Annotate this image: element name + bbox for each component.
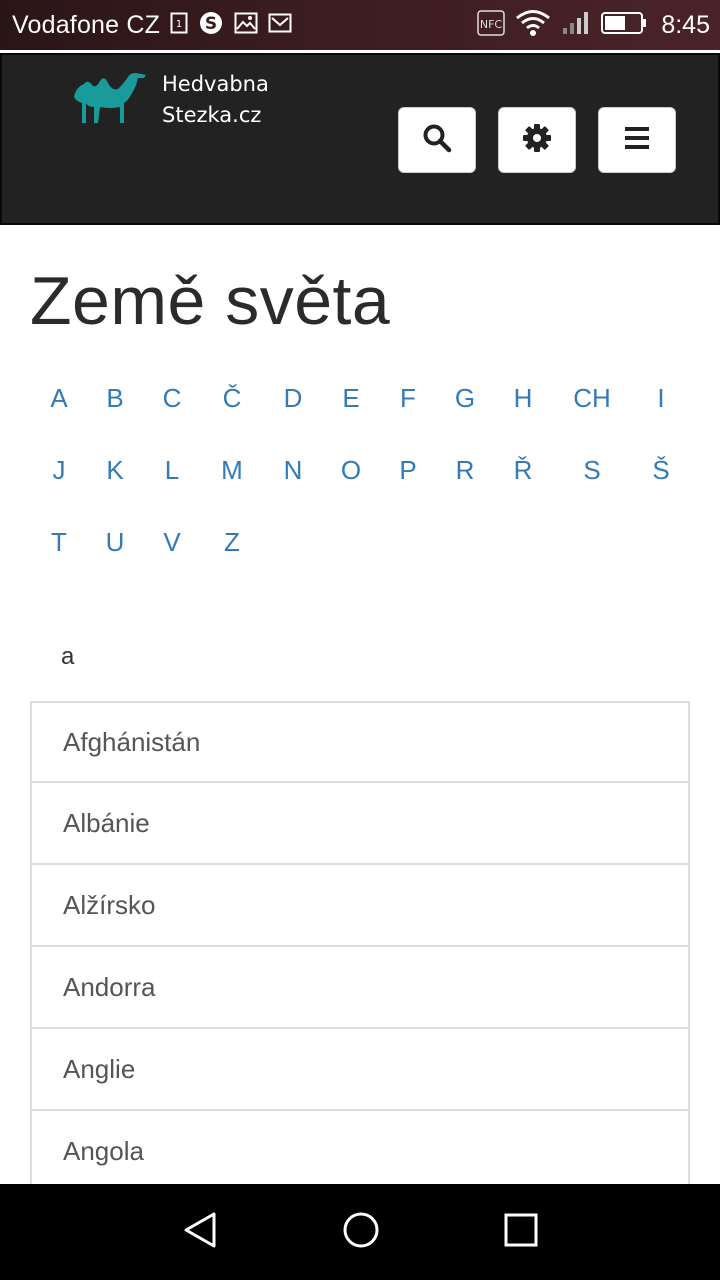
logo-text[interactable]: Hedvabna Stezka.cz	[162, 69, 269, 131]
country-item-angola[interactable]: Angola	[30, 1111, 690, 1193]
notification-icons: 1 S	[170, 11, 292, 39]
letter-link[interactable]: E	[321, 362, 381, 434]
wifi-icon	[515, 9, 551, 42]
navigation-bar	[0, 1184, 720, 1280]
letter-link[interactable]: I	[631, 362, 691, 434]
home-button[interactable]	[326, 1197, 396, 1267]
back-button[interactable]	[165, 1197, 235, 1267]
logo-line-2: Stezka.cz	[162, 103, 262, 127]
letter-link[interactable]: J	[29, 434, 89, 506]
letter-link[interactable]: R	[435, 434, 495, 506]
gmail-icon	[268, 13, 292, 38]
svg-text:1: 1	[176, 19, 182, 30]
country-item-england[interactable]: Anglie	[30, 1029, 690, 1111]
letter-link[interactable]: Z	[202, 506, 262, 578]
letter-link[interactable]: V	[142, 506, 202, 578]
search-button[interactable]	[398, 107, 476, 173]
search-icon	[422, 123, 452, 158]
letter-link[interactable]: B	[85, 362, 145, 434]
recents-icon	[501, 1210, 541, 1255]
back-icon	[180, 1210, 220, 1255]
letter-link[interactable]: Ř	[493, 434, 553, 506]
letter-link[interactable]: K	[85, 434, 145, 506]
system-icons: NFC 8:45	[477, 9, 710, 41]
sim-icon: 1	[170, 12, 188, 39]
letter-link[interactable]: O	[321, 434, 381, 506]
letter-link[interactable]: D	[263, 362, 323, 434]
logo-line-1: Hedvabna	[162, 72, 269, 96]
country-item-albania[interactable]: Albánie	[30, 783, 690, 865]
svg-text:NFC: NFC	[480, 18, 503, 31]
battery-icon	[601, 11, 647, 40]
carrier-name: Vodafone CZ	[12, 11, 161, 39]
letter-link[interactable]: G	[435, 362, 495, 434]
country-item-andorra[interactable]: Andorra	[30, 947, 690, 1029]
country-item-afghanistan[interactable]: Afghánistán	[30, 701, 690, 783]
country-item-algeria[interactable]: Alžírsko	[30, 865, 690, 947]
letter-link[interactable]: M	[202, 434, 262, 506]
letter-link[interactable]: A	[29, 362, 89, 434]
letter-link[interactable]: P	[378, 434, 438, 506]
menu-button[interactable]	[598, 107, 676, 173]
letter-link[interactable]: CH	[562, 362, 622, 434]
camel-logo-icon[interactable]	[70, 67, 148, 132]
clock: 8:45	[661, 10, 710, 39]
image-icon	[234, 12, 258, 39]
letter-link[interactable]: H	[493, 362, 553, 434]
letter-link[interactable]: Š	[631, 434, 691, 506]
country-list: Afghánistán Albánie Alžírsko Andorra Ang…	[30, 701, 690, 1193]
status-bar: Vodafone CZ 1 S NFC 8:45	[0, 0, 720, 50]
svg-text:S: S	[205, 14, 217, 34]
letter-link[interactable]: T	[29, 506, 89, 578]
section-heading: a	[61, 643, 75, 670]
nfc-icon: NFC	[477, 9, 506, 41]
skype-icon: S	[198, 10, 224, 41]
menu-icon	[623, 125, 651, 156]
site-header: Hedvabna Stezka.cz	[0, 53, 720, 225]
signal-icon	[561, 10, 591, 41]
page-title: Země světa	[30, 263, 391, 339]
letter-link[interactable]: F	[378, 362, 438, 434]
settings-button[interactable]	[498, 107, 576, 173]
letter-link[interactable]: U	[85, 506, 145, 578]
gear-icon	[522, 123, 552, 158]
letter-link[interactable]: C	[142, 362, 202, 434]
letter-link[interactable]: L	[142, 434, 202, 506]
letter-link[interactable]: N	[263, 434, 323, 506]
letter-link[interactable]: Č	[202, 362, 262, 434]
letter-link[interactable]: S	[562, 434, 622, 506]
recents-button[interactable]	[486, 1197, 556, 1267]
home-icon	[341, 1210, 381, 1255]
